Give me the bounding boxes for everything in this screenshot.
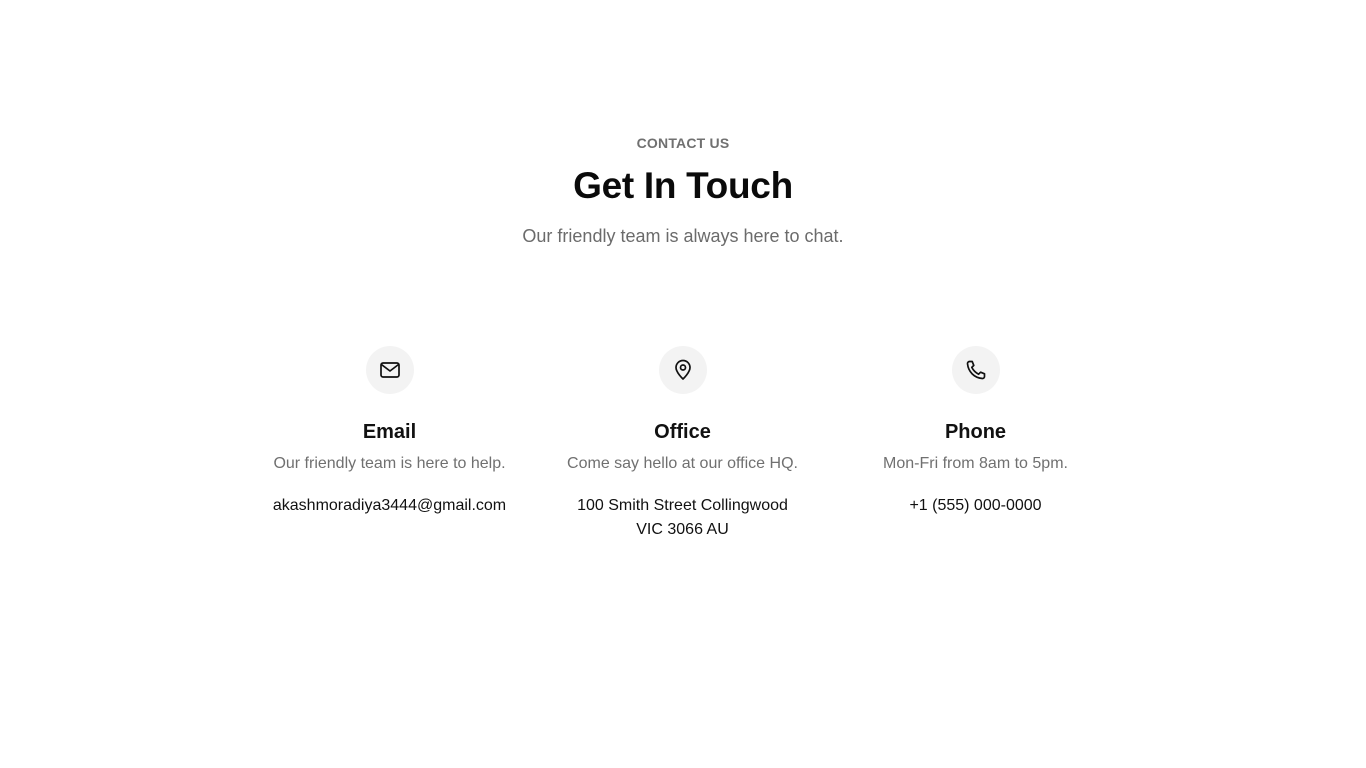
- phone-link[interactable]: +1 (555) 000-0000: [909, 494, 1041, 518]
- phone-icon: [951, 346, 1000, 394]
- office-card: Office Come say hello at our office HQ. …: [536, 346, 829, 542]
- phone-description: Mon-Fri from 8am to 5pm.: [883, 455, 1068, 472]
- office-description: Come say hello at our office HQ.: [567, 455, 798, 472]
- email-card: Email Our friendly team is here to help.…: [243, 346, 536, 542]
- mail-icon: [365, 346, 414, 394]
- email-link[interactable]: akashmoradiya3444@gmail.com: [273, 494, 506, 518]
- email-title: Email: [362, 421, 417, 443]
- map-pin-icon: [658, 346, 707, 394]
- contact-cards: Email Our friendly team is here to help.…: [243, 346, 1123, 542]
- page-subtitle: Our friendly team is always here to chat…: [522, 226, 844, 246]
- page-title: Get In Touch: [573, 165, 793, 206]
- phone-card: Phone Mon-Fri from 8am to 5pm. +1 (555) …: [829, 346, 1122, 542]
- email-description: Our friendly team is here to help.: [273, 455, 506, 472]
- office-address-link[interactable]: 100 Smith Street Collingwood VIC 3066 AU: [577, 494, 788, 542]
- office-title: Office: [654, 421, 711, 443]
- section-eyebrow: CONTACT US: [636, 135, 730, 151]
- contact-page: CONTACT US Get In Touch Our friendly tea…: [0, 0, 1366, 768]
- phone-title: Phone: [944, 421, 1007, 443]
